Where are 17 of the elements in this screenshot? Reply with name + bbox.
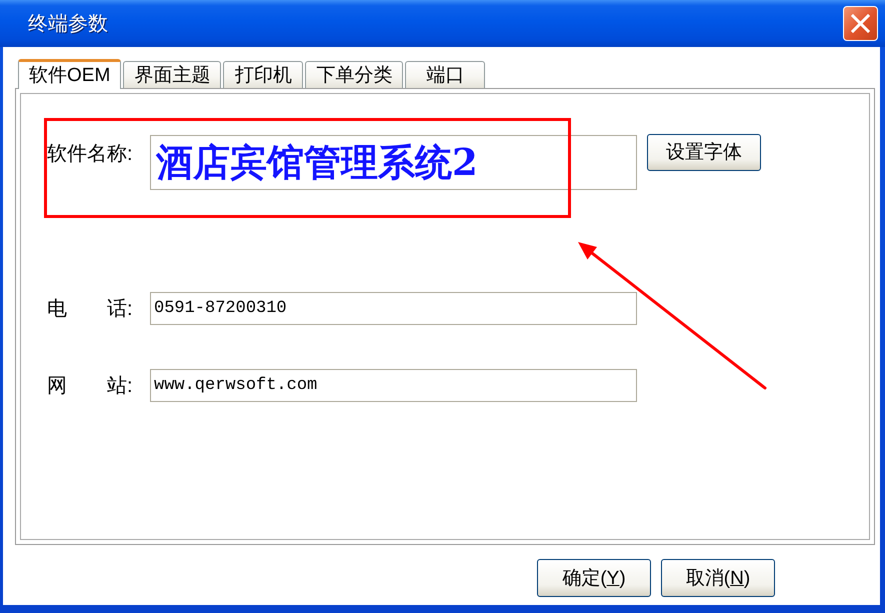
tab[interactable]: 软件OEM xyxy=(18,59,122,89)
input-field[interactable]: www.qerwsoft.com xyxy=(150,369,637,402)
field-label: 软件名称: xyxy=(47,144,134,164)
set-font-button[interactable]: 设置字体 xyxy=(647,134,761,171)
close-icon xyxy=(851,14,870,33)
ok-button[interactable]: 确定(Y) xyxy=(537,559,651,597)
tab[interactable]: 下单分类 xyxy=(305,61,404,88)
tab[interactable]: 界面主题 xyxy=(123,61,222,88)
tab[interactable]: 打印机 xyxy=(223,61,304,88)
close-button[interactable] xyxy=(843,6,878,41)
cancel-button[interactable]: 取消(N) xyxy=(661,559,775,597)
field-label: 网 站: xyxy=(47,376,134,396)
field-label: 电 话: xyxy=(47,298,134,318)
input-field[interactable]: 0591-87200310 xyxy=(150,292,637,325)
tab[interactable]: 端口 xyxy=(405,61,486,88)
window-title: 终端参数 xyxy=(28,14,108,34)
input-field[interactable]: 酒店宾馆管理系统2 xyxy=(150,135,637,190)
